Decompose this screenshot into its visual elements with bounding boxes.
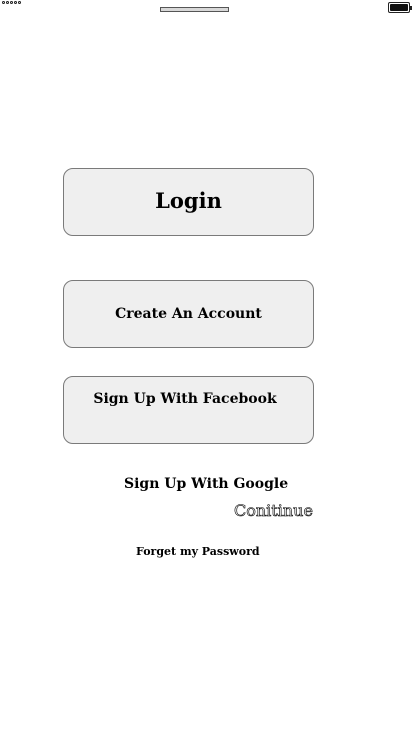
battery-level-fill xyxy=(390,4,408,11)
speaker-notch xyxy=(160,7,229,12)
signal-dots-icon xyxy=(2,1,21,4)
signal-dot xyxy=(14,1,17,4)
signal-dot xyxy=(10,1,13,4)
forgot-password-link[interactable]: Forget my Password xyxy=(136,545,260,558)
signal-dot xyxy=(2,1,5,4)
battery-icon xyxy=(388,2,412,13)
google-signup-link[interactable]: Sign Up With Google xyxy=(124,476,288,492)
signal-dot xyxy=(18,1,21,4)
create-account-button[interactable]: Create An Account xyxy=(63,280,314,348)
battery-tip xyxy=(410,6,412,10)
continue-link[interactable]: Conitinue xyxy=(234,501,314,521)
facebook-signup-button-label: Sign Up With Facebook xyxy=(93,391,277,407)
login-button-label: Login xyxy=(155,188,222,213)
create-account-button-label: Create An Account xyxy=(115,306,262,322)
facebook-signup-button[interactable]: Sign Up With Facebook xyxy=(63,376,314,444)
signal-dot xyxy=(6,1,9,4)
login-button[interactable]: Login xyxy=(63,168,314,236)
